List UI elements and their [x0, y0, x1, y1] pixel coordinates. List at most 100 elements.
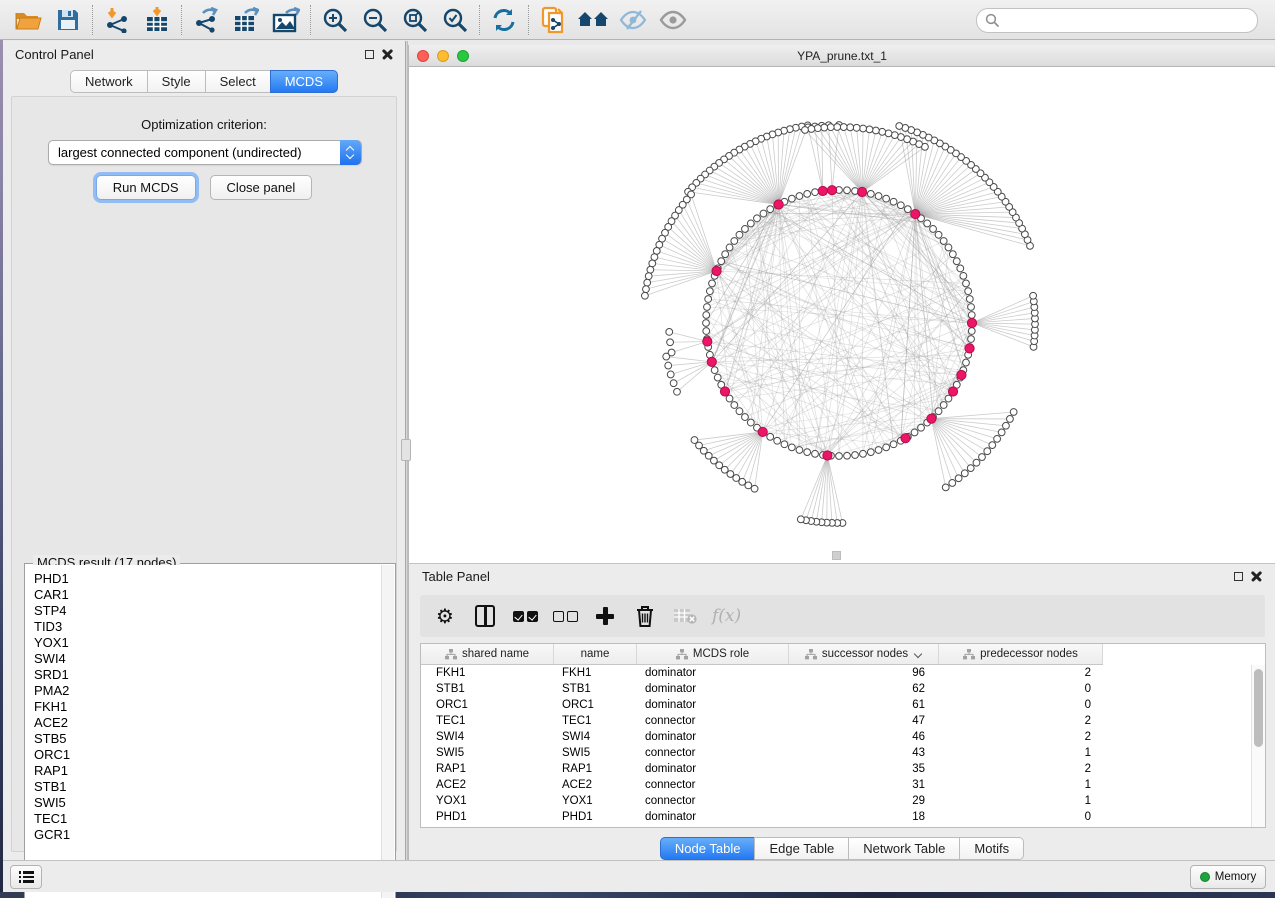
- mcds-node-item[interactable]: STB1: [34, 779, 381, 795]
- close-panel-button[interactable]: Close panel: [210, 175, 313, 200]
- column-header-successor-nodes[interactable]: successor nodes: [789, 644, 939, 664]
- delete-table-button[interactable]: [672, 601, 698, 631]
- delete-columns-button[interactable]: [632, 601, 658, 631]
- gear-icon: ⚙: [436, 606, 454, 626]
- tab-node-table[interactable]: Node Table: [660, 837, 755, 860]
- table-cell: dominator: [637, 763, 789, 775]
- mcds-node-item[interactable]: TEC1: [34, 811, 381, 827]
- mcds-node-item[interactable]: PHD1: [34, 571, 381, 587]
- memory-button[interactable]: Memory: [1190, 865, 1266, 889]
- mcds-node-item[interactable]: SWI5: [34, 795, 381, 811]
- export-image-icon: [272, 7, 300, 33]
- mcds-node-item[interactable]: PMA2: [34, 683, 381, 699]
- table-row[interactable]: ORC1ORC1dominator610: [421, 697, 1251, 713]
- mcds-node-item[interactable]: RAP1: [34, 763, 381, 779]
- mcds-list-scrollbar[interactable]: [381, 565, 394, 898]
- export-table-button[interactable]: [226, 4, 266, 36]
- mcds-node-item[interactable]: TID3: [34, 619, 381, 635]
- import-table-button[interactable]: [137, 4, 177, 36]
- run-mcds-button[interactable]: Run MCDS: [96, 175, 196, 200]
- mcds-node-item[interactable]: SWI4: [34, 651, 381, 667]
- node-table-body: FKH1FKH1dominator962STB1STB1dominator620…: [421, 665, 1251, 827]
- copy-network-button[interactable]: [533, 4, 573, 36]
- table-scrollbar-thumb[interactable]: [1254, 669, 1263, 747]
- zoom-out-icon: [362, 7, 388, 33]
- table-row[interactable]: SWI4SWI4dominator462: [421, 729, 1251, 745]
- tab-edge-table[interactable]: Edge Table: [754, 837, 848, 860]
- refresh-view-button[interactable]: [484, 4, 524, 36]
- table-cell: connector: [637, 779, 789, 791]
- deselect-all-columns-button[interactable]: [552, 601, 578, 631]
- table-cell: 29: [789, 795, 939, 807]
- panel-splitter[interactable]: [405, 41, 408, 860]
- show-column-panel-button[interactable]: [472, 601, 498, 631]
- column-header-mcds-role[interactable]: MCDS role: [637, 644, 789, 664]
- open-file-button[interactable]: [8, 4, 48, 36]
- network-window: YPA_prune.txt_1: [408, 45, 1275, 563]
- network-canvas[interactable]: [409, 67, 1275, 563]
- canvas-scroll-thumb[interactable]: [832, 551, 841, 560]
- search-input[interactable]: [1000, 14, 1249, 28]
- export-network-button[interactable]: [186, 4, 226, 36]
- table-cell: YOX1: [421, 795, 554, 807]
- tab-network-table[interactable]: Network Table: [848, 837, 959, 860]
- mcds-node-item[interactable]: FKH1: [34, 699, 381, 715]
- table-row[interactable]: PHD1PHD1dominator180: [421, 809, 1251, 825]
- mcds-node-item[interactable]: YOX1: [34, 635, 381, 651]
- function-builder-button[interactable]: f(x): [712, 601, 741, 631]
- tab-network[interactable]: Network: [70, 70, 147, 93]
- table-scrollbar[interactable]: [1251, 665, 1265, 827]
- table-row[interactable]: TEC1TEC1connector472: [421, 713, 1251, 729]
- mcds-node-item[interactable]: STB5: [34, 731, 381, 747]
- zoom-in-button[interactable]: [315, 4, 355, 36]
- table-options-button[interactable]: ⚙: [432, 601, 458, 631]
- fx-icon: f(x): [712, 606, 741, 626]
- table-cell: 46: [789, 731, 939, 743]
- hide-selected-button[interactable]: [613, 4, 653, 36]
- close-panel-icon[interactable]: [382, 49, 393, 60]
- select-all-columns-button[interactable]: [512, 601, 538, 631]
- criterion-select[interactable]: largest connected component (undirected): [48, 140, 362, 165]
- table-row[interactable]: ACE2ACE2connector311: [421, 777, 1251, 793]
- mcds-node-item[interactable]: ACE2: [34, 715, 381, 731]
- mcds-node-item[interactable]: STP4: [34, 603, 381, 619]
- column-header-shared-name[interactable]: shared name: [421, 644, 554, 664]
- tab-mcds[interactable]: MCDS: [270, 70, 338, 93]
- column-header-predecessor-nodes[interactable]: predecessor nodes: [939, 644, 1103, 664]
- tab-select[interactable]: Select: [205, 70, 270, 93]
- float-panel-icon[interactable]: [365, 50, 374, 59]
- create-column-button[interactable]: [592, 601, 618, 631]
- zoom-selected-button[interactable]: [435, 4, 475, 36]
- table-row[interactable]: SWI5SWI5connector431: [421, 745, 1251, 761]
- zoom-out-button[interactable]: [355, 4, 395, 36]
- table-row[interactable]: FKH1FKH1dominator962: [421, 665, 1251, 681]
- save-session-button[interactable]: [48, 4, 88, 36]
- zoom-fit-button[interactable]: [395, 4, 435, 36]
- import-network-button[interactable]: [97, 4, 137, 36]
- export-image-button[interactable]: [266, 4, 306, 36]
- mcds-node-item[interactable]: SRD1: [34, 667, 381, 683]
- task-history-button[interactable]: [10, 865, 42, 889]
- column-header-name[interactable]: name: [554, 644, 637, 664]
- table-cell: TEC1: [554, 715, 637, 727]
- table-row[interactable]: RAP1RAP1dominator352: [421, 761, 1251, 777]
- tab-style[interactable]: Style: [147, 70, 205, 93]
- table-row[interactable]: YOX1YOX1connector291: [421, 793, 1251, 809]
- tab-motifs[interactable]: Motifs: [959, 837, 1024, 860]
- mcds-node-item[interactable]: ORC1: [34, 747, 381, 763]
- sort-descending-icon: [915, 651, 922, 658]
- splitter-grip[interactable]: [401, 439, 411, 461]
- hierarchy-icon: [445, 649, 457, 660]
- float-panel-icon[interactable]: [1234, 572, 1243, 581]
- main-toolbar: [0, 0, 1275, 40]
- show-all-button[interactable]: [653, 4, 693, 36]
- mcds-node-item[interactable]: CAR1: [34, 587, 381, 603]
- table-cell: PHD1: [421, 811, 554, 823]
- table-cell: connector: [637, 747, 789, 759]
- close-panel-icon[interactable]: [1251, 571, 1262, 582]
- mcds-node-item[interactable]: GCR1: [34, 827, 381, 843]
- delete-table-icon: [673, 608, 697, 624]
- table-cell: dominator: [637, 811, 789, 823]
- table-row[interactable]: STB1STB1dominator620: [421, 681, 1251, 697]
- first-neighbors-button[interactable]: [573, 4, 613, 36]
